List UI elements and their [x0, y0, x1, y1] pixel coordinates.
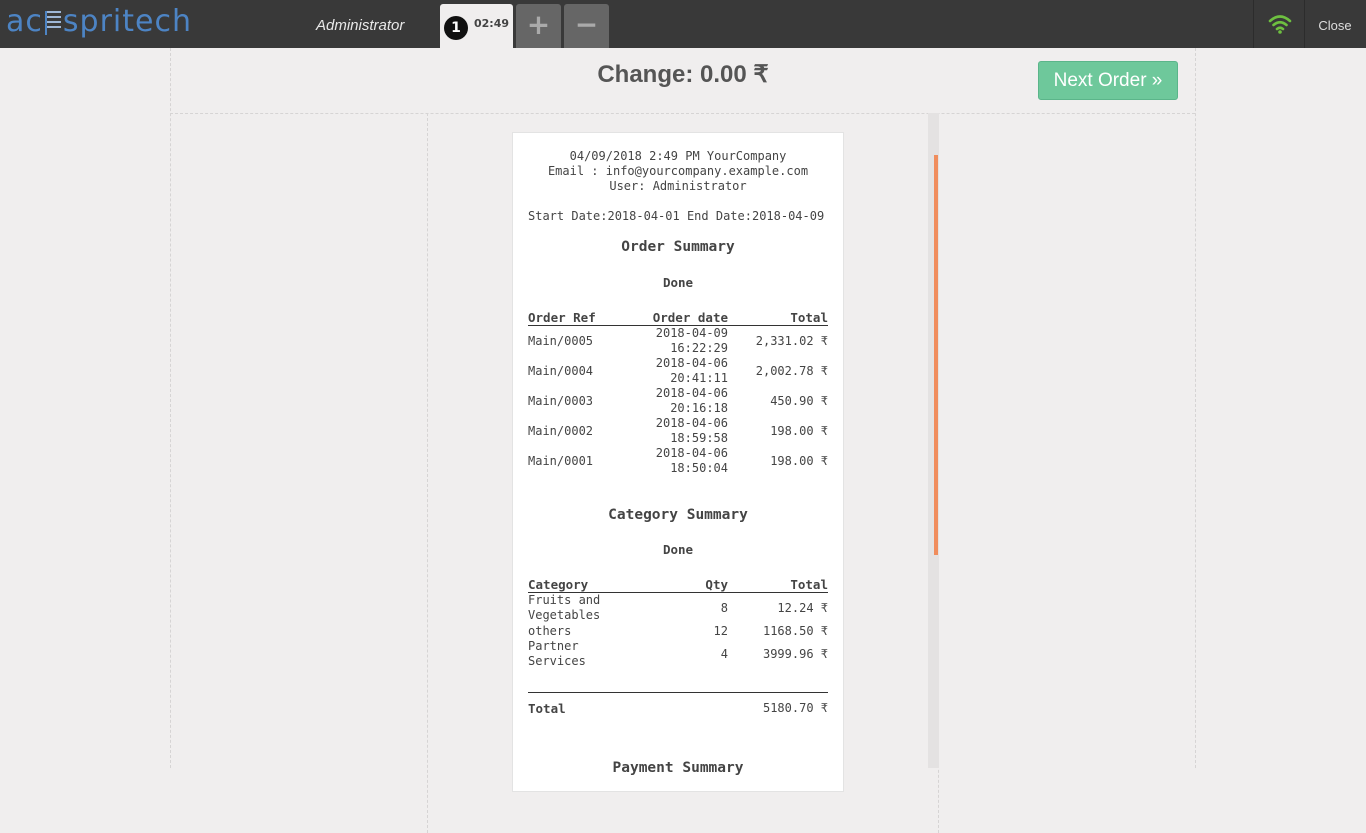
- change-amount: Change: 0.00 ₹: [597, 61, 769, 88]
- order-number-badge: 1: [444, 16, 468, 40]
- total-value: 5180.70 ₹: [762, 701, 828, 715]
- column-header: Total: [728, 576, 828, 593]
- add-order-button[interactable]: +: [516, 4, 561, 48]
- order-date-day: 2018-04-06: [655, 386, 728, 400]
- order-tab-active[interactable]: 1 02:49: [440, 4, 513, 48]
- receipt-datetime-company: 04/09/2018 2:49 PM YourCompany: [569, 149, 787, 163]
- order-date-day: 2018-04-06: [655, 446, 728, 460]
- category-summary-title: Category Summary: [608, 507, 748, 523]
- column-header: Qty: [658, 576, 728, 593]
- category-qty: 8: [720, 600, 728, 615]
- payment-summary-title: Payment Summary: [612, 760, 744, 776]
- order-date-time: 20:41:11: [670, 371, 728, 385]
- order-date-day: 2018-04-09: [655, 326, 728, 340]
- category-total-row: Total 5180.70 ₹: [528, 701, 828, 717]
- category-name-line: Partner: [528, 639, 579, 653]
- category-name: Partner Services: [528, 639, 658, 670]
- order-time: 02:49: [474, 17, 510, 30]
- receipt-header: 04/09/2018 2:49 PM YourCompany Email : i…: [528, 149, 828, 194]
- order-date-time: 20:16:18: [670, 401, 728, 415]
- logo-prefix: ac: [6, 4, 43, 39]
- logo-mark-icon: [44, 10, 61, 35]
- table-row: Partner Services 4 3999.96 ₹: [528, 639, 828, 670]
- order-total: 2,002.78 ₹: [755, 363, 828, 378]
- category-name: Fruits and Vegetables: [528, 593, 658, 624]
- table-row: Main/0002 2018-04-06 18:59:58 198.00 ₹: [528, 416, 828, 446]
- company-logo: ac spritech: [6, 2, 192, 42]
- wifi-icon: [1268, 15, 1292, 34]
- order-total: 2,331.02 ₹: [755, 333, 828, 348]
- table-row: Main/0001 2018-04-06 18:50:04 198.00 ₹: [528, 446, 828, 476]
- order-ref: Main/0005: [528, 333, 594, 348]
- order-date: 2018-04-06 18:59:58: [628, 416, 728, 446]
- order-ref: Main/0003: [528, 393, 594, 408]
- layout-guide: [427, 113, 428, 833]
- category-qty: 12: [713, 623, 728, 638]
- order-date-time: 16:22:29: [670, 341, 728, 355]
- table-row: Main/0004 2018-04-06 20:41:11 2,002.78 ₹: [528, 356, 828, 386]
- top-bar: ac spritech Administrator 1 02:49 + − Clo…: [0, 0, 1366, 48]
- category-summary-state: Done: [662, 542, 694, 557]
- next-order-button[interactable]: Next Order »: [1038, 61, 1178, 100]
- receipt-paper: 04/09/2018 2:49 PM YourCompany Email : i…: [512, 132, 844, 792]
- order-ref: Main/0002: [528, 423, 594, 438]
- receipt-date-range: Start Date:2018-04-01 End Date:2018-04-0…: [528, 209, 825, 223]
- category-total: 12.24 ₹: [777, 600, 828, 615]
- category-total: 1168.50 ₹: [762, 623, 828, 638]
- order-total: 198.00 ₹: [770, 423, 828, 438]
- table-row: Main/0005 2018-04-09 16:22:29 2,331.02 ₹: [528, 326, 828, 357]
- table-header-row: Order Ref Order date Total: [528, 309, 828, 326]
- order-date: 2018-04-06 18:50:04: [628, 446, 728, 476]
- column-header: Order Ref: [528, 309, 628, 326]
- order-summary-table: Order Ref Order date Total Main/0005 201…: [528, 309, 828, 476]
- category-name-line: others: [528, 623, 572, 638]
- category-name-line: Vegetables: [528, 608, 601, 623]
- category-summary-table: Category Qty Total Fruits and Vegetables …: [528, 576, 828, 670]
- order-date: 2018-04-09 16:22:29: [628, 326, 728, 357]
- table-row: Main/0003 2018-04-06 20:16:18 450.90 ₹: [528, 386, 828, 416]
- category-name-line: Fruits and: [528, 593, 601, 608]
- order-total: 198.00 ₹: [770, 453, 828, 468]
- total-divider: [528, 692, 828, 693]
- category-qty: 4: [720, 646, 728, 661]
- category-total: 3999.96 ₹: [762, 646, 828, 661]
- table-header-row: Category Qty Total: [528, 576, 828, 593]
- remove-order-button[interactable]: −: [564, 4, 609, 48]
- username-label[interactable]: Administrator: [316, 0, 404, 48]
- order-total: 450.90 ₹: [770, 393, 828, 408]
- order-ref: Main/0001: [528, 453, 594, 468]
- order-summary-title: Order Summary: [621, 239, 735, 255]
- receipt-user: User: Administrator: [609, 179, 747, 193]
- total-label: Total: [528, 701, 566, 716]
- layout-guide: [1195, 48, 1196, 768]
- receipt-scrollbar-thumb[interactable]: [934, 155, 938, 555]
- order-date-time: 18:59:58: [670, 431, 728, 445]
- table-row: Fruits and Vegetables 8 12.24 ₹: [528, 593, 828, 624]
- receipt-email: Email : info@yourcompany.example.com: [547, 164, 809, 178]
- order-ref: Main/0004: [528, 363, 594, 378]
- column-header: Order date: [628, 309, 728, 326]
- column-header: Category: [528, 576, 658, 593]
- table-row: others 12 1168.50 ₹: [528, 624, 828, 639]
- order-date: 2018-04-06 20:16:18: [628, 386, 728, 416]
- column-header: Total: [728, 309, 828, 326]
- logo-suffix: spritech: [62, 4, 192, 39]
- connection-status[interactable]: [1253, 0, 1305, 48]
- order-date-day: 2018-04-06: [655, 356, 728, 370]
- close-button[interactable]: Close: [1304, 0, 1366, 48]
- order-summary-state: Done: [662, 275, 694, 290]
- order-date: 2018-04-06 20:41:11: [628, 356, 728, 386]
- layout-guide: [170, 48, 171, 768]
- order-date-day: 2018-04-06: [655, 416, 728, 430]
- category-name-line: Services: [528, 654, 586, 668]
- order-date-time: 18:50:04: [670, 461, 728, 475]
- layout-guide: [170, 113, 1195, 114]
- category-name: others: [528, 624, 658, 639]
